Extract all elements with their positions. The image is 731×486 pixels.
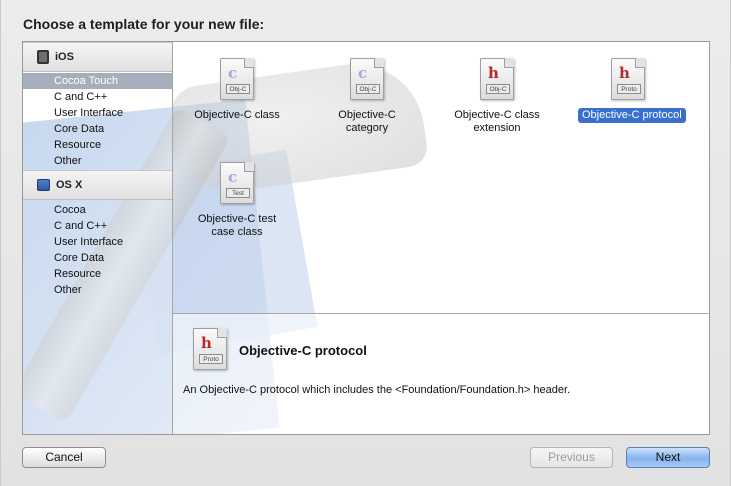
sidebar-item-user-interface-ios[interactable]: User Interface	[23, 105, 172, 121]
template-objc-protocol[interactable]: h Proto Objective-C protocol	[578, 58, 686, 123]
template-objc-class-extension[interactable]: h Obj-C Objective-C class extension	[447, 58, 547, 136]
template-label: Objective-C test case class	[197, 213, 277, 238]
sidebar-section-osx[interactable]: OS X	[23, 170, 172, 200]
sidebar-item-c-and-cpp-ios[interactable]: C and C++	[23, 89, 172, 105]
header-file-icon: h Obj-C	[480, 58, 514, 100]
sidebar-item-core-data-ios[interactable]: Core Data	[23, 121, 172, 137]
template-label: Objective-C category	[338, 109, 396, 134]
description-title: Objective-C protocol	[239, 343, 367, 358]
sidebar-section-ios[interactable]: iOS	[23, 42, 172, 72]
sidebar-item-other-ios[interactable]: Other	[23, 153, 172, 169]
sidebar-item-resource-osx[interactable]: Resource	[23, 266, 172, 282]
sidebar-item-other-osx[interactable]: Other	[23, 282, 172, 298]
template-objc-category[interactable]: c Obj-C Objective-C category	[317, 58, 417, 136]
protocol-file-icon: h Proto	[193, 328, 227, 370]
dialog-heading: Choose a template for your new file:	[23, 16, 265, 32]
sidebar-item-resource-ios[interactable]: Resource	[23, 137, 172, 153]
sidebar-item-cocoa-touch[interactable]: Cocoa Touch	[23, 73, 172, 89]
sidebar-item-c-and-cpp-osx[interactable]: C and C++	[23, 218, 172, 234]
description-text: An Objective-C protocol which includes t…	[183, 384, 571, 396]
sidebar-item-core-data-osx[interactable]: Core Data	[23, 250, 172, 266]
sidebar-section-title: OS X	[56, 179, 83, 191]
test-file-icon: c Test	[220, 162, 254, 204]
iphone-icon	[37, 50, 49, 64]
template-label: Objective-C protocol	[578, 108, 686, 123]
objc-file-icon: c Obj-C	[220, 58, 254, 100]
platform-sidebar: iOS Cocoa Touch C and C++ User Interface…	[23, 42, 173, 434]
sidebar-item-cocoa[interactable]: Cocoa	[23, 202, 172, 218]
objc-file-icon: c Obj-C	[350, 58, 384, 100]
new-file-sheet: Choose a template for your new file: iOS…	[0, 0, 731, 486]
cancel-button[interactable]: Cancel	[22, 447, 106, 468]
template-label: Objective-C class extension	[454, 109, 540, 134]
template-objc-test-case[interactable]: c Test Objective-C test case class	[187, 162, 287, 240]
next-button[interactable]: Next	[626, 447, 710, 468]
sidebar-section-title: iOS	[55, 51, 74, 63]
template-panel: iOS Cocoa Touch C and C++ User Interface…	[22, 41, 710, 435]
mac-finder-icon	[37, 179, 50, 191]
template-objc-class[interactable]: c Obj-C Objective-C class	[187, 58, 287, 123]
protocol-file-icon: h Proto	[611, 58, 645, 100]
template-label: Objective-C class	[194, 109, 280, 121]
sidebar-item-user-interface-osx[interactable]: User Interface	[23, 234, 172, 250]
previous-button[interactable]: Previous	[530, 447, 613, 468]
template-description: h Proto Objective-C protocol An Objectiv…	[173, 313, 709, 434]
